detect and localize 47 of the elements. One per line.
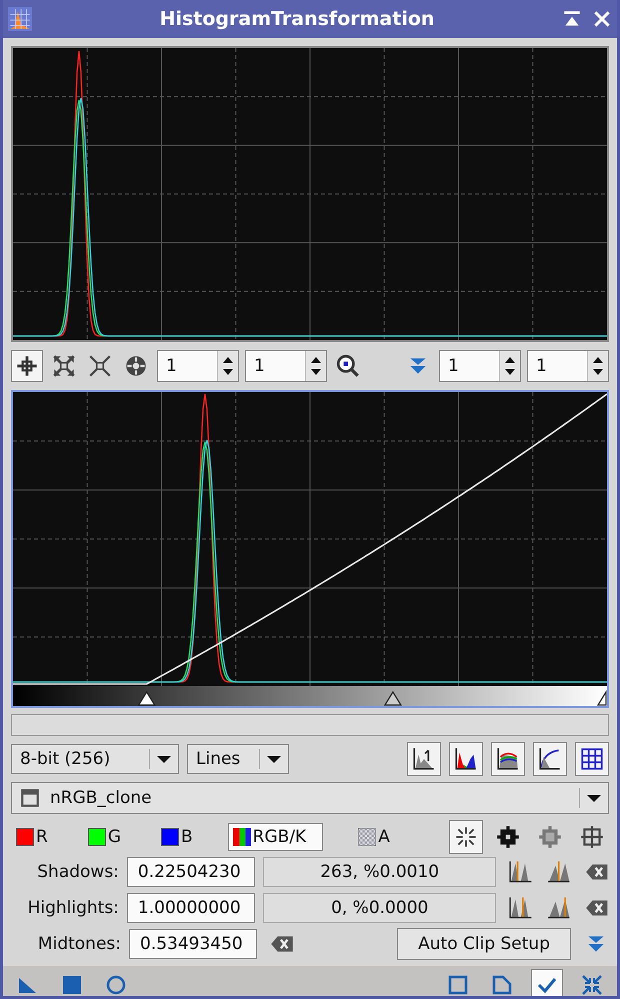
spin-arrows-icon[interactable] (587, 351, 608, 381)
window-title: HistogramTransformation (158, 8, 436, 30)
zoom-field[interactable]: 1 (245, 350, 327, 382)
crosshair-icon[interactable] (11, 350, 43, 382)
spin-arrows-icon[interactable] (499, 351, 520, 381)
parameter-label: Highlights: (26, 898, 119, 918)
clipping-readout: 0, %0.0000 (262, 893, 496, 923)
channel-button[interactable]: R (11, 823, 53, 851)
color-histogram-icon[interactable] (491, 742, 525, 776)
rgb-swatch-icon (232, 828, 251, 846)
curve-icon[interactable] (533, 742, 567, 776)
zoom-field[interactable]: 1 (157, 350, 239, 382)
value-field[interactable]: 0.22504230 (126, 857, 255, 887)
checkmark-icon[interactable] (531, 969, 563, 996)
histogram-reset-icon[interactable] (407, 742, 441, 776)
slider-handle[interactable] (596, 690, 607, 706)
app-icon (8, 7, 32, 31)
close-icon[interactable] (592, 9, 612, 29)
channel-button[interactable]: B (156, 823, 198, 851)
histogram-marker-icon[interactable] (546, 859, 572, 885)
zoom-field[interactable]: 1 (527, 350, 609, 382)
auto-clip-button[interactable]: Auto Clip Setup (397, 928, 571, 960)
clipping-readout: 263, %0.0010 (262, 857, 496, 887)
value-field[interactable]: 0.53493450 (129, 929, 257, 959)
grid-icon[interactable] (575, 742, 609, 776)
channel-button[interactable]: A (353, 823, 395, 851)
checker-swatch-icon (358, 828, 376, 846)
value-field[interactable]: 1.00000000 (126, 893, 255, 923)
parameter-label: Shadows: (36, 862, 119, 882)
slider-handle[interactable] (138, 690, 156, 706)
histogram-marker-icon[interactable] (546, 895, 572, 921)
graph-style-dropdown[interactable]: Lines (187, 744, 289, 774)
spin-arrows-icon[interactable] (217, 351, 238, 381)
channel-button[interactable]: RGB/K (228, 823, 324, 851)
resolution-dropdown[interactable]: 8-bit (256) (11, 744, 179, 774)
histogram-marker-icon[interactable] (508, 859, 534, 885)
parameter-label: Midtones: (36, 934, 121, 954)
channel-button[interactable]: G (82, 823, 126, 851)
starburst-icon[interactable] (449, 820, 483, 854)
histogram-marker-icon[interactable] (508, 895, 534, 921)
image-window-icon (20, 788, 40, 808)
rgb-histogram-icon[interactable] (449, 742, 483, 776)
zoom-field[interactable]: 1 (439, 350, 521, 382)
spin-arrows-icon[interactable] (305, 351, 326, 381)
view-dropdown[interactable]: nRGB_clone (11, 782, 609, 814)
scroll-bar[interactable] (11, 714, 609, 736)
slider-handle[interactable] (384, 690, 402, 706)
